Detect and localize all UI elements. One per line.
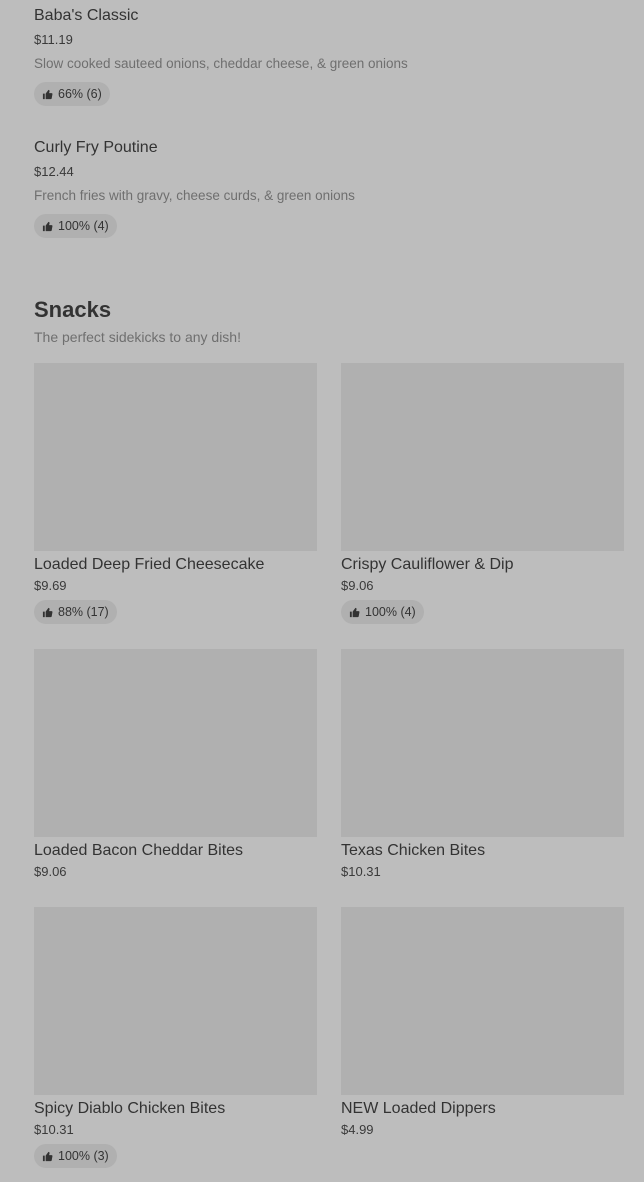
- item-name: Loaded Deep Fried Cheesecake: [34, 556, 265, 573]
- item-name: Loaded Bacon Cheddar Bites: [34, 842, 244, 859]
- menu-item-babas-classic[interactable]: Baba's Classic $11.19 Slow cooked sautee…: [34, 6, 408, 106]
- item-price: $11.19: [34, 32, 73, 47]
- rating-text: 100% (3): [58, 1149, 109, 1163]
- rating-text: 100% (4): [365, 605, 416, 619]
- rating-badge: 88% (17): [34, 600, 117, 624]
- thumbs-up-icon: [349, 607, 360, 617]
- thumbs-up-icon: [42, 607, 53, 617]
- item-image-placeholder: [341, 363, 624, 551]
- item-name: Spicy Diablo Chicken Bites: [34, 1100, 226, 1117]
- rating-text: 66% (6): [58, 87, 102, 101]
- item-price: $9.69: [34, 578, 67, 593]
- item-name: Texas Chicken Bites: [341, 842, 486, 859]
- section-title: Snacks: [34, 297, 112, 322]
- item-name: NEW Loaded Dippers: [341, 1100, 496, 1117]
- item-image-placeholder: [34, 907, 317, 1095]
- item-name: Baba's Classic: [34, 7, 139, 24]
- thumbs-up-icon: [42, 221, 53, 231]
- item-price: $4.99: [341, 1122, 374, 1137]
- snack-card-loaded-deep-fried-cheesecake[interactable]: Loaded Deep Fried Cheesecake $9.69 88% (…: [34, 363, 317, 624]
- snack-card-new-loaded-dippers[interactable]: NEW Loaded Dippers $4.99: [341, 907, 624, 1138]
- item-name: Curly Fry Poutine: [34, 139, 158, 156]
- snack-card-loaded-bacon-cheddar-bites[interactable]: Loaded Bacon Cheddar Bites $9.06: [34, 649, 317, 880]
- item-description: Slow cooked sauteed onions, cheddar chee…: [34, 56, 408, 71]
- rating-badge: 100% (4): [34, 214, 117, 238]
- item-image-placeholder: [34, 363, 317, 551]
- rating-badge: 100% (3): [34, 1144, 117, 1168]
- section-subtitle: The perfect sidekicks to any dish!: [34, 329, 241, 345]
- item-image-placeholder: [34, 649, 317, 837]
- snack-card-crispy-cauliflower-dip[interactable]: Crispy Cauliflower & Dip $9.06 100% (4): [341, 363, 624, 624]
- item-price: $10.31: [34, 1122, 74, 1137]
- thumbs-up-icon: [42, 89, 53, 99]
- item-price: $9.06: [341, 578, 374, 593]
- item-price: $9.06: [34, 864, 67, 879]
- item-price: $12.44: [34, 164, 74, 179]
- item-name: Crispy Cauliflower & Dip: [341, 556, 514, 573]
- item-price: $10.31: [341, 864, 381, 879]
- thumbs-up-icon: [42, 1151, 53, 1161]
- rating-badge: 66% (6): [34, 82, 110, 106]
- rating-text: 100% (4): [58, 219, 109, 233]
- item-description: French fries with gravy, cheese curds, &…: [34, 188, 355, 203]
- menu-item-curly-fry-poutine[interactable]: Curly Fry Poutine $12.44 French fries wi…: [34, 138, 355, 238]
- rating-text: 88% (17): [58, 605, 109, 619]
- rating-badge: 100% (4): [341, 600, 424, 624]
- snack-card-spicy-diablo-chicken-bites[interactable]: Spicy Diablo Chicken Bites $10.31 100% (…: [34, 907, 317, 1168]
- snack-card-texas-chicken-bites[interactable]: Texas Chicken Bites $10.31: [341, 649, 624, 880]
- item-image-placeholder: [341, 649, 624, 837]
- item-image-placeholder: [341, 907, 624, 1095]
